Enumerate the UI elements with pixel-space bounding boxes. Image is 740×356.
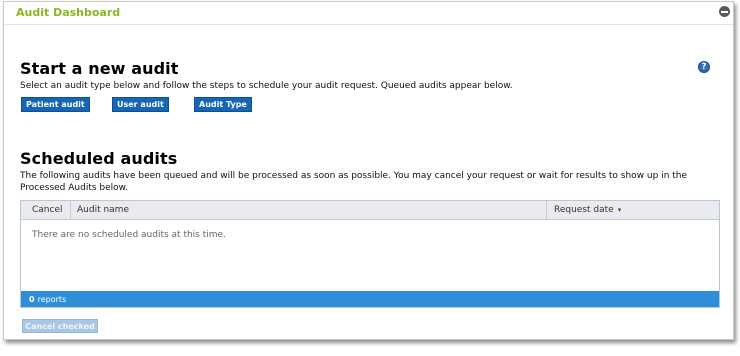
- scheduled-audits-description: The following audits have been queued an…: [20, 171, 688, 193]
- audit-dashboard-panel: Audit Dashboard Start a new audit Select…: [3, 1, 734, 340]
- user-audit-button[interactable]: User audit: [112, 97, 169, 112]
- scheduled-audits-heading: Scheduled audits: [20, 149, 178, 168]
- grid-footer: 0 reports: [21, 291, 719, 307]
- column-audit-name-label: Audit name: [77, 205, 129, 215]
- column-request-date-label: Request date: [554, 205, 614, 215]
- report-count-label: reports: [37, 294, 67, 304]
- panel-title: Audit Dashboard: [16, 6, 121, 19]
- patient-audit-button[interactable]: Patient audit: [21, 97, 90, 112]
- scheduled-audits-grid: Cancel Audit name Request date ▾ There a…: [20, 200, 720, 308]
- column-request-date[interactable]: Request date ▾: [547, 201, 719, 219]
- empty-grid-message: There are no scheduled audits at this ti…: [32, 230, 226, 240]
- column-audit-name[interactable]: Audit name: [71, 201, 547, 219]
- report-count: 0: [29, 294, 35, 304]
- start-audit-heading: Start a new audit: [20, 59, 179, 78]
- column-cancel[interactable]: Cancel: [21, 201, 71, 219]
- column-cancel-label: Cancel: [32, 205, 63, 215]
- grid-header: Cancel Audit name Request date ▾: [21, 201, 719, 220]
- cancel-checked-button[interactable]: Cancel checked: [22, 319, 98, 333]
- collapse-icon[interactable]: [719, 6, 730, 17]
- audit-type-button[interactable]: Audit Type: [194, 97, 252, 112]
- sort-descending-icon: ▾: [617, 206, 622, 214]
- help-icon[interactable]: ?: [698, 61, 710, 73]
- start-audit-description: Select an audit type below and follow th…: [20, 81, 513, 91]
- panel-header: Audit Dashboard: [4, 2, 733, 25]
